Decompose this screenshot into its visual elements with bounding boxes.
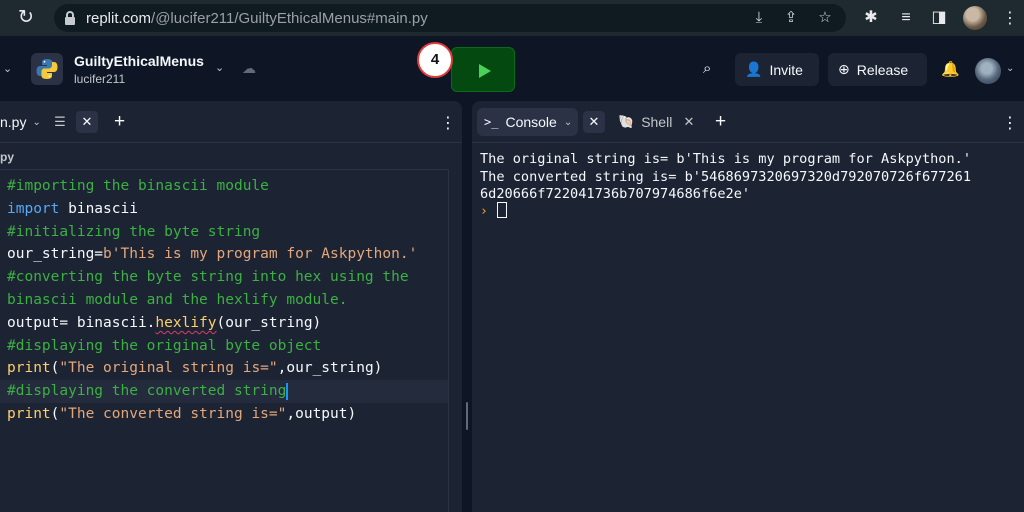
- tab-console[interactable]: >_ Console ⌄: [477, 108, 578, 136]
- add-user-icon: 👤: [745, 61, 763, 77]
- close-icon[interactable]: ✕: [680, 113, 698, 131]
- python-logo-icon[interactable]: [31, 53, 63, 85]
- share-icon[interactable]: ⇪: [782, 9, 800, 27]
- repl-owner[interactable]: lucifer211: [74, 72, 125, 86]
- console-output: The original string is= b'This is my pro…: [480, 151, 972, 202]
- add-tab-icon[interactable]: +: [715, 112, 726, 132]
- console-tab-bar: >_ Console ⌄ ✕ 🐚 Shell ✕ + ⋮: [472, 101, 1024, 143]
- code-token: print: [7, 405, 51, 422]
- code-token: ,our_string): [277, 360, 383, 377]
- add-tab-icon[interactable]: +: [114, 112, 125, 132]
- reading-list-icon[interactable]: ≡: [896, 8, 916, 28]
- more-icon[interactable]: ⋮: [1002, 8, 1018, 28]
- chevron-down-icon[interactable]: ⌄: [564, 117, 572, 128]
- code-token: our_string=: [7, 246, 104, 263]
- document-icon[interactable]: ☰: [51, 113, 69, 131]
- code-line[interactable]: #displaying the original byte object: [0, 335, 448, 358]
- code-token: ,output): [286, 405, 357, 422]
- code-token: print: [7, 360, 51, 377]
- chevron-down-icon[interactable]: ⌄: [1006, 63, 1014, 74]
- bell-icon[interactable]: 🔔: [941, 60, 960, 78]
- file-tab-main[interactable]: n.py ⌄: [0, 109, 41, 135]
- address-bar[interactable]: replit.com/@lucifer211/GuiltyEthicalMenu…: [54, 4, 846, 32]
- console-input-cursor[interactable]: [497, 202, 507, 218]
- code-line[interactable]: #importing the binascii module: [0, 175, 448, 198]
- browser-toolbar: ↻ replit.com/@lucifer211/GuiltyEthicalMe…: [0, 0, 1024, 36]
- close-icon[interactable]: ✕: [583, 111, 605, 133]
- code-token: #converting the byte string into hex usi…: [7, 269, 409, 286]
- code-token: hexlify: [155, 314, 217, 331]
- code-token: "The converted string is=": [59, 405, 287, 422]
- run-button[interactable]: [451, 47, 515, 92]
- code-line[interactable]: import binascii: [0, 198, 448, 221]
- more-icon[interactable]: ⋮: [1002, 113, 1018, 133]
- editor-pane: n.py ⌄ ☰ ✕ + ⋮ py #importing the binasci…: [0, 101, 462, 512]
- step-badge: 4: [417, 42, 453, 78]
- chevron-down-icon[interactable]: ⌄: [32, 117, 40, 128]
- code-line[interactable]: #converting the byte string into hex usi…: [0, 266, 448, 289]
- code-token: #initializing the byte string: [7, 223, 261, 240]
- code-token: (our_string): [216, 314, 322, 331]
- code-line[interactable]: print("The original string is=",our_stri…: [0, 357, 448, 380]
- release-icon: ⊕: [838, 61, 850, 77]
- reload-icon[interactable]: ↻: [14, 6, 38, 30]
- editor-tab-bar: n.py ⌄ ☰ ✕ + ⋮: [0, 101, 462, 143]
- sidebar-icon[interactable]: ◨: [929, 8, 949, 28]
- lock-icon[interactable]: [65, 11, 75, 25]
- code-token: #displaying the original byte object: [7, 337, 322, 354]
- repl-name[interactable]: GuiltyEthicalMenus: [74, 53, 204, 69]
- code-token: binascii module and the hexlify module.: [7, 291, 348, 308]
- breadcrumb[interactable]: py: [0, 150, 14, 164]
- release-button[interactable]: ⊕ Release: [828, 53, 927, 86]
- chevron-down-icon[interactable]: ⌄: [215, 61, 224, 74]
- code-line[interactable]: our_string=b'This is my program for Askp…: [0, 243, 448, 266]
- chevron-down-icon[interactable]: ⌄: [3, 62, 12, 75]
- star-icon[interactable]: ☆: [816, 9, 834, 27]
- extensions-icon[interactable]: ✱: [861, 8, 881, 28]
- url-text[interactable]: replit.com/@lucifer211/GuiltyEthicalMenu…: [86, 10, 428, 27]
- code-line[interactable]: binascii module and the hexlify module.: [0, 289, 448, 312]
- console-pane: >_ Console ⌄ ✕ 🐚 Shell ✕ + ⋮ The origina…: [472, 101, 1024, 512]
- profile-avatar[interactable]: [963, 6, 987, 30]
- divider: [0, 169, 462, 170]
- code-line[interactable]: output= binascii.hexlify(our_string): [0, 312, 448, 335]
- code-token: #displaying the converted string: [7, 383, 287, 400]
- terminal-icon: >_: [484, 115, 499, 129]
- code-line[interactable]: #displaying the converted string: [0, 380, 448, 403]
- code-line[interactable]: print("The converted string is=",output): [0, 403, 448, 426]
- code-line[interactable]: #initializing the byte string: [0, 221, 448, 244]
- code-token: "The original string is=": [59, 360, 278, 377]
- code-editor[interactable]: #importing the binascii module import bin…: [0, 175, 448, 426]
- prompt-icon: ›: [480, 204, 488, 219]
- pane-resize-handle[interactable]: [466, 402, 468, 430]
- code-token: output= binascii.: [7, 314, 156, 331]
- tab-shell[interactable]: 🐚 Shell: [618, 108, 672, 136]
- code-token: binascii: [59, 200, 138, 217]
- cloud-icon: ☁: [242, 60, 256, 76]
- install-icon[interactable]: ⤓: [750, 9, 768, 27]
- invite-button[interactable]: 👤 Invite: [735, 53, 819, 86]
- scrollbar[interactable]: [448, 169, 462, 512]
- code-token: import: [7, 200, 60, 217]
- more-icon[interactable]: ⋮: [440, 113, 456, 133]
- text-cursor: [286, 382, 289, 400]
- code-token: #importing the binascii module: [7, 178, 269, 194]
- search-icon[interactable]: ⌕: [703, 60, 711, 77]
- shell-icon: 🐚: [618, 114, 635, 129]
- close-icon[interactable]: ✕: [76, 111, 98, 133]
- code-token: b'This is my program for Askpython.': [103, 246, 418, 263]
- avatar[interactable]: [975, 58, 1001, 84]
